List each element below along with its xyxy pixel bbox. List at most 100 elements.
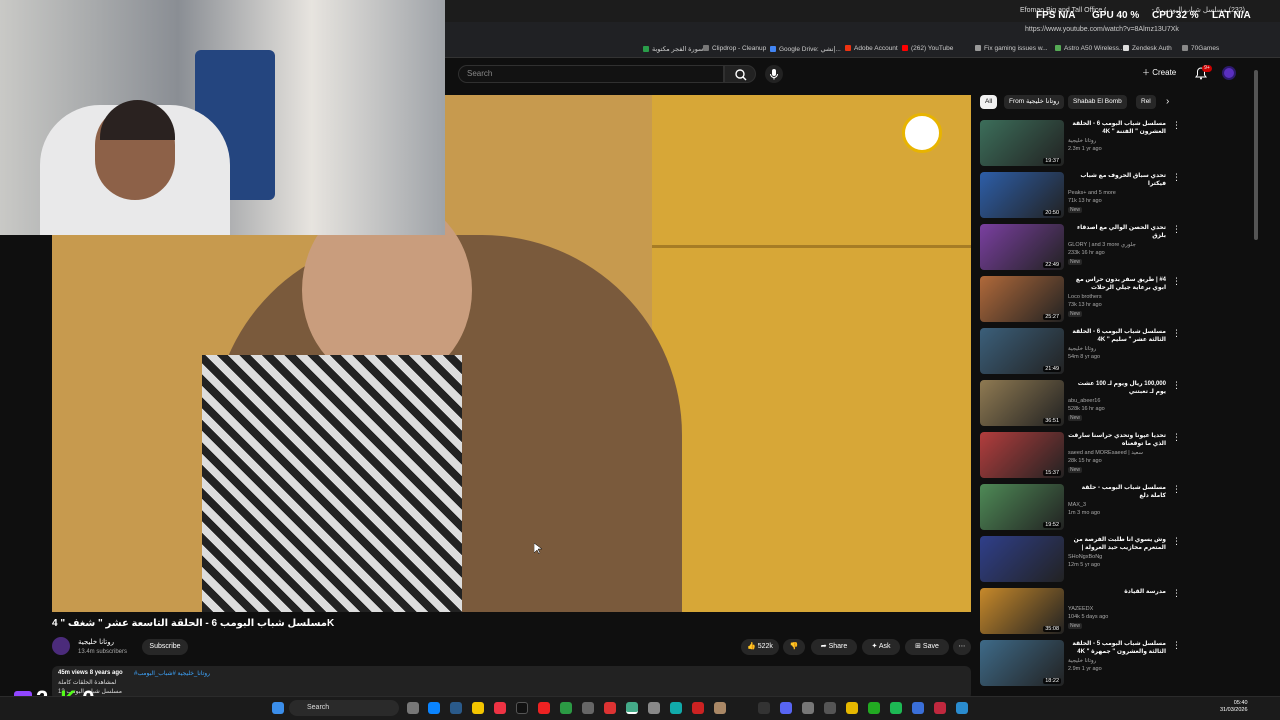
like-button[interactable]: 👍 522k bbox=[741, 639, 779, 655]
more-icon[interactable]: ⋮ bbox=[1172, 588, 1181, 599]
app-icon[interactable] bbox=[692, 702, 704, 714]
app-icon[interactable] bbox=[758, 702, 770, 714]
app-icon[interactable] bbox=[890, 702, 902, 714]
recommendation-item[interactable]: 18:22 مسلسل شباب البومب 5 - الحلقة الثالث… bbox=[980, 640, 1181, 686]
recommendation-channel[interactable]: saeed and MOREsaeed | سعيد bbox=[1068, 450, 1143, 456]
recommendation-item[interactable]: وش يسوي انا طلبت الفرصة من المتعرم مخازي… bbox=[980, 536, 1181, 582]
search-input[interactable]: Search bbox=[458, 65, 724, 83]
url-text[interactable]: https://www.youtube.com/watch?v=8Almz13U… bbox=[1025, 26, 1179, 33]
recommendation-channel[interactable]: Loco brothers bbox=[1068, 294, 1102, 300]
app-icon[interactable] bbox=[428, 702, 440, 714]
recommendation-item[interactable]: 20:50 تحدي سباق الحروف مع شباب فيكترا Peak… bbox=[980, 172, 1181, 218]
recommendation-item[interactable]: 22:49 تحدي الحصن الوالي مع اصدقاء بلزق GLO… bbox=[980, 224, 1181, 270]
search-button[interactable] bbox=[724, 65, 756, 83]
app-icon[interactable] bbox=[582, 702, 594, 714]
ask-button[interactable]: ✦ Ask bbox=[862, 639, 900, 655]
app-icon[interactable] bbox=[472, 702, 484, 714]
app-icon[interactable] bbox=[648, 702, 660, 714]
recommendation-title[interactable]: مسلسل شباب البومب - حلقة كاملة دلع bbox=[1068, 484, 1166, 500]
app-icon[interactable] bbox=[450, 702, 462, 714]
recommendation-item[interactable]: 19:37 مسلسل شباب البومب 6 - الحلقة العشرو… bbox=[980, 120, 1181, 166]
more-icon[interactable]: ⋮ bbox=[1172, 328, 1181, 339]
app-icon[interactable] bbox=[956, 702, 968, 714]
recommendation-item[interactable]: 19:52 مسلسل شباب البومب - حلقة كاملة دلع M… bbox=[980, 484, 1181, 530]
recommendation-channel[interactable]: روتانا خليجية bbox=[1068, 346, 1096, 352]
recommendation-channel[interactable]: Peaks+ and 5 more bbox=[1068, 190, 1116, 196]
bookmark-item[interactable]: Google Drive: إنشي... bbox=[770, 45, 841, 53]
video-thumbnail[interactable]: 20:50 bbox=[980, 172, 1064, 218]
more-icon[interactable]: ⋮ bbox=[1172, 172, 1181, 183]
app-icon[interactable] bbox=[604, 702, 616, 714]
channel-avatar[interactable] bbox=[52, 637, 70, 655]
create-button[interactable]: ＋ Create bbox=[1142, 67, 1176, 78]
app-icon[interactable] bbox=[714, 702, 726, 714]
more-icon[interactable]: ⋮ bbox=[1172, 224, 1181, 235]
recommendation-channel[interactable]: روتانا خليجية bbox=[1068, 138, 1096, 144]
video-thumbnail[interactable]: 19:52 bbox=[980, 484, 1064, 530]
recommendation-title[interactable]: مسلسل شباب البومب 6 - الحلقة الثالثة عشر… bbox=[1068, 328, 1166, 344]
recommendation-channel[interactable]: GLORY | and 3 more جلوري bbox=[1068, 242, 1136, 248]
voice-search-button[interactable] bbox=[765, 65, 783, 83]
video-thumbnail[interactable]: 25:27 bbox=[980, 276, 1064, 322]
bookmark-item[interactable]: Adobe Account bbox=[845, 45, 898, 52]
video-thumbnail[interactable]: 21:49 bbox=[980, 328, 1064, 374]
recommendation-item[interactable]: 15:37 تحديا عيونا وتحدي حراسنا سارقت الذي… bbox=[980, 432, 1181, 478]
chip-related[interactable]: Rel bbox=[1136, 95, 1156, 109]
app-icon[interactable] bbox=[560, 702, 572, 714]
recommendation-title[interactable]: تحدي سباق الحروف مع شباب فيكترا bbox=[1068, 172, 1166, 188]
video-thumbnail[interactable]: 22:49 bbox=[980, 224, 1064, 270]
recommendation-title[interactable]: مسلسل شباب البومب 5 - الحلقة الثالثة وال… bbox=[1068, 640, 1166, 656]
app-icon[interactable] bbox=[824, 702, 836, 714]
app-icon[interactable] bbox=[780, 702, 792, 714]
start-icon[interactable] bbox=[272, 702, 284, 714]
bookmark-item[interactable]: 70Games bbox=[1182, 45, 1219, 52]
share-button[interactable]: ➦ Share bbox=[811, 639, 857, 655]
recommendation-title[interactable]: وش يسوي انا طلبت الفرصة من المتعرم مخازي… bbox=[1068, 536, 1166, 552]
address-bar[interactable]: https://www.youtube.com/watch?v=8Almz13U… bbox=[445, 22, 1280, 42]
app-icon[interactable] bbox=[846, 702, 858, 714]
recommendation-channel[interactable]: MAX_3 bbox=[1068, 502, 1086, 508]
recommendation-item[interactable]: 21:49 مسلسل شباب البومب 6 - الحلقة الثالث… bbox=[980, 328, 1181, 374]
recommendation-item[interactable]: 36:51 100,000 ريال ويوم لـ 100 عشت يوم لـ… bbox=[980, 380, 1181, 426]
video-thumbnail[interactable]: 18:22 bbox=[980, 640, 1064, 686]
recommendation-title[interactable]: تحدي الحصن الوالي مع اصدقاء بلزق bbox=[1068, 224, 1166, 240]
app-icon[interactable] bbox=[538, 702, 550, 714]
chip-shabab-el-bomb[interactable]: Shabab El Bomb bbox=[1068, 95, 1127, 109]
app-icon[interactable] bbox=[494, 702, 506, 714]
chevron-right-icon[interactable]: › bbox=[1166, 96, 1169, 107]
recommendation-title[interactable]: مسلسل شباب البومب 6 - الحلقة العشرون " ا… bbox=[1068, 120, 1166, 136]
more-icon[interactable]: ⋮ bbox=[1172, 640, 1181, 651]
video-thumbnail[interactable]: 35:08 bbox=[980, 588, 1064, 634]
page-scrollbar[interactable] bbox=[1254, 70, 1258, 240]
recommendation-item[interactable]: 35:08 مدرسة القيادة YAZEEDX 104k 5 days ago… bbox=[980, 588, 1181, 634]
video-thumbnail[interactable]: 19:37 bbox=[980, 120, 1064, 166]
chip-from-channel[interactable]: From روتانا خليجية bbox=[1004, 95, 1065, 109]
app-icon[interactable] bbox=[407, 702, 419, 714]
bookmark-item[interactable]: Clipdrop - Cleanup bbox=[703, 45, 766, 52]
recommendation-channel[interactable]: روتانا خليجية bbox=[1068, 658, 1096, 664]
recommendation-channel[interactable]: abu_abeer16 bbox=[1068, 398, 1100, 404]
avatar[interactable] bbox=[1222, 66, 1236, 80]
subscribe-button[interactable]: Subscribe bbox=[142, 639, 188, 655]
recommendation-title[interactable]: 100,000 ريال ويوم لـ 100 عشت يوم لـ تعبت… bbox=[1068, 380, 1166, 396]
channel-name[interactable]: روتانا خليجية bbox=[78, 638, 114, 646]
app-icon[interactable] bbox=[934, 702, 946, 714]
dislike-button[interactable]: 👎 bbox=[783, 639, 805, 655]
more-icon[interactable]: ⋮ bbox=[1172, 536, 1181, 547]
app-icon[interactable] bbox=[516, 702, 528, 714]
bookmark-item[interactable]: Zendesk Auth bbox=[1123, 45, 1172, 52]
more-icon[interactable]: ⋮ bbox=[1172, 276, 1181, 287]
app-icon[interactable] bbox=[626, 702, 638, 714]
recommendation-title[interactable]: مدرسة القيادة bbox=[1068, 588, 1166, 604]
recommendation-channel[interactable]: SHoNgxBoNg bbox=[1068, 554, 1102, 560]
description-box[interactable]: 45m views 8 years ago #روتانا_خليجية #شب… bbox=[52, 666, 971, 700]
bookmark-item[interactable]: Fix gaming issues w... bbox=[975, 45, 1048, 52]
bookmark-item[interactable]: (262) YouTube bbox=[902, 45, 953, 52]
recommendation-item[interactable]: 25:27 #4 | طريق سفر بدون حراس مع ابوي برع… bbox=[980, 276, 1181, 322]
app-icon[interactable] bbox=[912, 702, 924, 714]
recommendation-title[interactable]: تحديا عيونا وتحدي حراسنا سارقت الذي ما ت… bbox=[1068, 432, 1166, 448]
recommendation-channel[interactable]: YAZEEDX bbox=[1068, 606, 1093, 612]
save-button[interactable]: ⊞ Save bbox=[905, 639, 949, 655]
recommendation-title[interactable]: #4 | طريق سفر بدون حراس مع ابوي برعاية ج… bbox=[1068, 276, 1166, 292]
video-thumbnail[interactable]: 15:37 bbox=[980, 432, 1064, 478]
